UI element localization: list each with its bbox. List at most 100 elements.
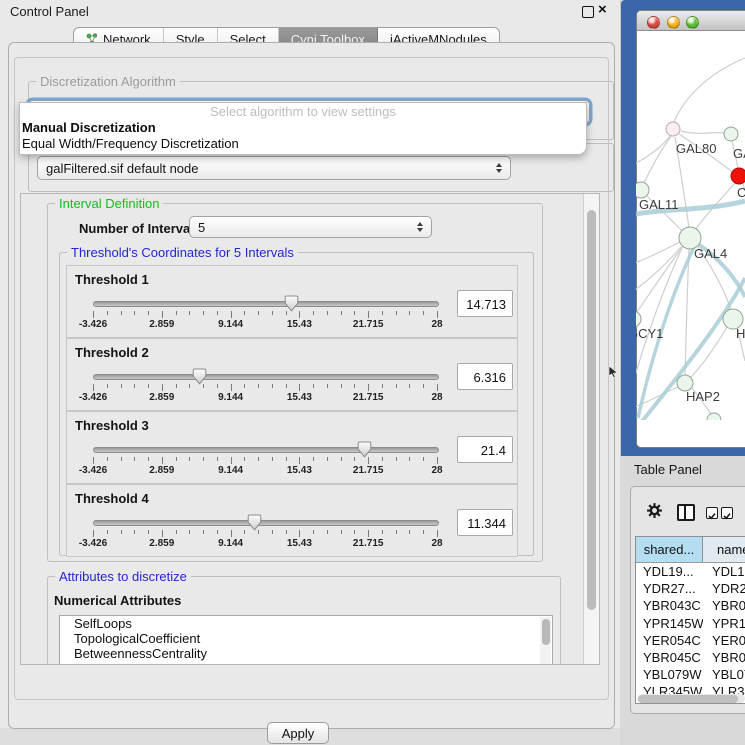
mac-minimize-icon[interactable] — [667, 16, 680, 29]
scale-label: 15.43 — [287, 465, 312, 476]
threshold-value-field[interactable]: 11.344 — [457, 509, 513, 536]
threshold-row: Threshold 2 -3.4262.8599.14415.4321.7152… — [66, 338, 518, 411]
thresholds-group-label: Threshold's Coordinates for 5 Intervals — [67, 245, 298, 260]
float-window-icon[interactable] — [582, 6, 594, 18]
attribute-list-item-betweennesscentrality[interactable]: BetweennessCentrality — [60, 646, 552, 661]
scrollbar-thumb[interactable] — [587, 210, 596, 610]
network-node-pink[interactable] — [666, 122, 680, 136]
scrollbar-thumb[interactable] — [638, 695, 738, 703]
slider-ticks — [93, 457, 437, 465]
cyni-toolbox-panel: Discretization Algorithm Select algorith… — [8, 42, 615, 729]
threshold-slider[interactable]: -3.4262.8599.14415.4321.71528 — [93, 439, 437, 481]
network-node-green[interactable] — [724, 127, 738, 141]
network-node-green[interactable] — [636, 311, 641, 327]
select-column-checkbox-icon[interactable] — [721, 507, 733, 519]
vertical-scrollbar[interactable] — [583, 194, 599, 664]
network-node-green[interactable] — [707, 413, 721, 420]
attribute-list-item-topologicalcoefficient[interactable]: TopologicalCoefficient — [60, 631, 552, 646]
interval-definition-group: Interval Definition Number of Intervals … — [47, 203, 543, 562]
network-window-titlebar — [637, 11, 745, 31]
threshold-slider[interactable]: -3.4262.8599.14415.4321.71528 — [93, 293, 437, 335]
cell-shared-name: YDL19... — [636, 563, 703, 580]
table-row[interactable]: YBR045CYBR04 — [636, 649, 745, 666]
number-of-intervals-label: Number of Intervals — [79, 221, 201, 236]
network-node-green[interactable] — [636, 182, 649, 198]
column-chooser-icon[interactable] — [677, 504, 695, 521]
table-panel: shared... name YDL19...YDL19YDR27...YDR2… — [630, 486, 745, 714]
cell-name: YBR04 — [703, 649, 745, 666]
scale-label: 28 — [431, 392, 442, 403]
scale-label: 21.715 — [353, 538, 384, 549]
settings-scroll-pane: Interval Definition Number of Intervals … — [20, 193, 600, 665]
threshold-value-field[interactable]: 14.713 — [457, 290, 513, 317]
mac-zoom-icon[interactable] — [686, 16, 699, 29]
scale-label: 2.859 — [149, 538, 174, 549]
apply-button[interactable]: Apply — [267, 722, 329, 744]
table-horizontal-scrollbar[interactable] — [637, 694, 745, 703]
slider-track[interactable] — [93, 520, 439, 526]
number-of-intervals-combobox[interactable]: 5 — [189, 216, 432, 238]
dropdown-placeholder-option[interactable]: Select algorithm to view settings — [20, 103, 586, 120]
interval-definition-group-label: Interval Definition — [55, 196, 163, 211]
scale-label: 15.43 — [287, 538, 312, 549]
scale-label: 9.144 — [218, 392, 243, 403]
threshold-row: Threshold 4 -3.4262.8599.14415.4321.7152… — [66, 484, 518, 557]
scale-label: 9.144 — [218, 319, 243, 330]
scale-label: 28 — [431, 538, 442, 549]
scale-label: 28 — [431, 465, 442, 476]
threshold-value-field[interactable]: 6.316 — [457, 363, 513, 390]
network-canvas[interactable]: GAL80GACGAL11GAL4GCY1HHAP2 — [636, 29, 745, 420]
node-attribute-table[interactable]: shared... name YDL19...YDL19YDR27...YDR2… — [635, 536, 745, 704]
threshold-slider[interactable]: -3.4262.8599.14415.4321.71528 — [93, 512, 437, 554]
threshold-row: Threshold 3 -3.4262.8599.14415.4321.7152… — [66, 411, 518, 484]
table-row[interactable]: YBR043CYBR04 — [636, 597, 745, 614]
threshold-slider[interactable]: -3.4262.8599.14415.4321.71528 — [93, 366, 437, 408]
scale-label: 21.715 — [353, 319, 384, 330]
window-title: Control Panel — [10, 4, 89, 19]
slider-scale-labels: -3.4262.8599.14415.4321.71528 — [93, 465, 437, 476]
combo-arrows-icon — [496, 163, 502, 173]
cell-name: YBR04 — [703, 597, 745, 614]
mac-close-icon[interactable] — [647, 16, 660, 29]
discretize-settings-panel: Discretization Algorithm Select algorith… — [14, 57, 609, 700]
network-node-red[interactable] — [731, 168, 745, 184]
table-row[interactable]: YBL079WYBL07 — [636, 666, 745, 683]
scale-label: 2.859 — [149, 319, 174, 330]
scale-label: 15.43 — [287, 392, 312, 403]
column-header-name[interactable]: name — [703, 537, 745, 562]
network-edge — [681, 131, 724, 133]
slider-scale-labels: -3.4262.8599.14415.4321.71528 — [93, 538, 437, 549]
slider-track[interactable] — [93, 301, 439, 307]
combo-arrows-icon — [417, 222, 423, 232]
screenshot-stage: Control Panel × NetworkStyleSelectCyni T… — [0, 0, 745, 745]
network-node-label: H — [736, 326, 745, 341]
slider-ticks — [93, 384, 437, 392]
table-data-selected-value: galFiltered.sif default node — [46, 161, 198, 176]
table-data-combobox[interactable]: galFiltered.sif default node — [37, 156, 511, 180]
threshold-label: Threshold 2 — [75, 345, 149, 360]
slider-track[interactable] — [93, 374, 439, 380]
network-node-label: HAP2 — [686, 389, 720, 404]
attributes-list-scrollbar[interactable] — [540, 617, 551, 665]
settings-gear-icon[interactable] — [646, 502, 663, 519]
attribute-list-item-selfloops[interactable]: SelfLoops — [60, 616, 552, 631]
scale-label: -3.426 — [79, 392, 107, 403]
scale-label: -3.426 — [79, 538, 107, 549]
select-all-checkbox-icon[interactable] — [706, 507, 718, 519]
cell-shared-name: YBR045C — [636, 649, 703, 666]
slider-track[interactable] — [93, 447, 439, 453]
column-header-shared-name[interactable]: shared... — [636, 537, 703, 562]
numerical-attributes-list[interactable]: SelfLoopsTopologicalCoefficientBetweenne… — [59, 615, 553, 665]
cell-shared-name: YER054C — [636, 632, 703, 649]
table-row[interactable]: YDL19...YDL19 — [636, 563, 745, 580]
network-node-label: GCY1 — [636, 326, 663, 341]
discretization-algorithm-group-label: Discretization Algorithm — [36, 74, 180, 89]
close-window-icon[interactable]: × — [598, 1, 607, 18]
dropdown-option-manual-discretization[interactable]: Manual Discretization — [20, 120, 586, 136]
table-row[interactable]: YER054CYER05 — [636, 632, 745, 649]
dropdown-option-equal-width-frequency[interactable]: Equal Width/Frequency Discretization — [20, 136, 586, 152]
table-row[interactable]: YDR27...YDR27 — [636, 580, 745, 597]
scale-label: -3.426 — [79, 465, 107, 476]
table-row[interactable]: YPR145WYPR14 — [636, 615, 745, 632]
threshold-value-field[interactable]: 21.4 — [457, 436, 513, 463]
